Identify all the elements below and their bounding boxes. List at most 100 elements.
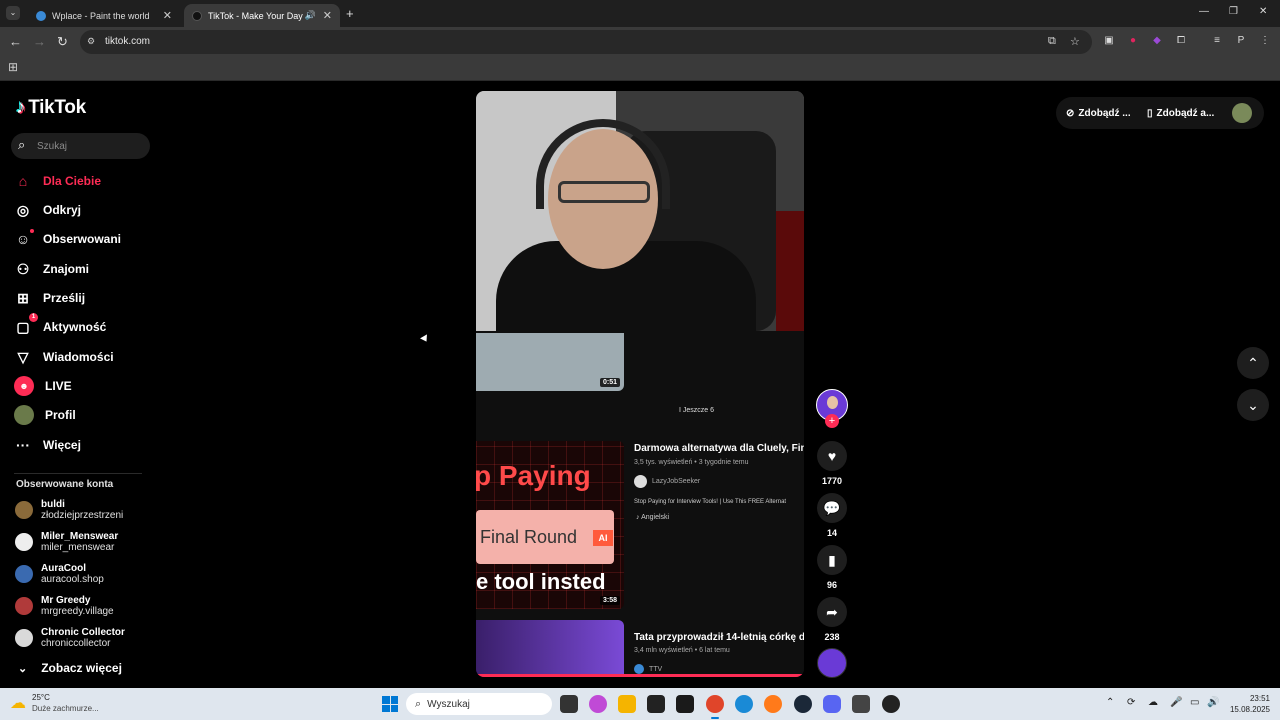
apps-grid-icon[interactable]: ⊞ <box>8 60 18 74</box>
site-info-icon[interactable]: ⚙ <box>87 36 98 47</box>
volume-icon[interactable]: 🔊 <box>1207 697 1219 708</box>
address-bar[interactable]: ⚙ tiktok.com ⧉ ☆ <box>80 30 1092 54</box>
restore-button[interactable]: ❐ <box>1229 6 1238 17</box>
clock[interactable]: 23:51 15.08.2025 <box>1222 693 1270 715</box>
tab-tiktok[interactable]: TikTok - Make Your Day 🔊 ✕ <box>184 4 340 27</box>
chrome-icon[interactable] <box>706 695 724 713</box>
share-button[interactable]: ➦ <box>817 597 847 627</box>
app-icon[interactable] <box>676 695 694 713</box>
bookmark-star-icon[interactable]: ☆ <box>1070 35 1080 48</box>
file-explorer-icon[interactable] <box>618 695 636 713</box>
copilot-icon[interactable] <box>589 695 607 713</box>
see-more-button[interactable]: ⌄ Zobacz więcej <box>18 661 122 675</box>
weather-widget[interactable]: ☁ 25°C Duże zachmurze... <box>10 692 99 714</box>
minimize-button[interactable]: — <box>1199 6 1209 17</box>
nav-activity[interactable]: ▢ 1 Aktywność <box>14 313 106 340</box>
app-icon[interactable] <box>882 695 900 713</box>
following-account[interactable]: Miler_Menswear miler_menswear <box>15 527 118 557</box>
url-text[interactable]: tiktok.com <box>105 36 150 47</box>
tray-icon[interactable]: ☁ <box>1148 697 1158 708</box>
get-coins-button[interactable]: ⊘ Zdobądź ... <box>1066 108 1131 119</box>
extension-icon[interactable]: ◆ <box>1151 35 1163 47</box>
browser-menu-icon[interactable]: ⋮ <box>1259 35 1271 47</box>
next-video-button[interactable]: ⌄ <box>1237 389 1269 421</box>
video-progress-bar[interactable] <box>476 674 804 677</box>
tiktok-note-icon: ♪ <box>16 97 26 118</box>
discord-icon[interactable] <box>823 695 841 713</box>
reload-icon[interactable]: ↻ <box>57 34 68 50</box>
close-window-button[interactable]: ✕ <box>1259 6 1267 17</box>
microphone-icon[interactable]: 🎤 <box>1170 697 1182 708</box>
home-icon: ⌂ <box>18 173 28 189</box>
nav-for-you[interactable]: ⌂ Dla Ciebie <box>14 168 101 194</box>
search-input[interactable] <box>37 136 145 156</box>
bookmarks-bar: ⊞ <box>0 56 1280 81</box>
close-tab-icon[interactable]: ✕ <box>163 9 172 22</box>
nav-friends[interactable]: ⚇ Znajomi <box>14 256 89 282</box>
back-icon[interactable]: ← <box>9 34 22 49</box>
edge-icon[interactable] <box>735 695 753 713</box>
video-player[interactable]: 0:51 I Jeszcze 6 p Paying Final Round AI… <box>476 91 804 677</box>
extension-record-icon[interactable]: ● <box>1127 35 1139 47</box>
nav-label: Profil <box>45 408 76 422</box>
following-account[interactable]: buldi złodziejprzestrzeni <box>15 495 123 525</box>
windows-taskbar: ☁ 25°C Duże zachmurze... ⌕ Wyszukaj ⌃ ⟳ … <box>0 688 1280 720</box>
search-box[interactable]: ⌕ <box>11 133 150 159</box>
clock-date: 15.08.2025 <box>1229 705 1270 714</box>
taskbar-search-placeholder: Wyszukaj <box>427 698 470 710</box>
upload-icon: ⊞ <box>17 289 29 306</box>
tray-icon[interactable]: ⟳ <box>1127 697 1135 708</box>
nav-more[interactable]: ··· Więcej <box>14 432 81 458</box>
thumbnail-duration: 0:51 <box>599 378 620 387</box>
share-count: 238 <box>824 632 840 642</box>
user-avatar[interactable] <box>1232 103 1252 123</box>
following-account[interactable]: AuraCool auracool.shop <box>15 559 104 589</box>
nav-explore[interactable]: ◎ Odkryj <box>14 197 81 223</box>
profile-icon[interactable]: P <box>1235 35 1247 47</box>
media-control-icon[interactable]: ≡ <box>1211 35 1223 47</box>
like-button[interactable]: ♥ <box>817 441 847 471</box>
thumbnail-duration: 3:58 <box>599 596 620 605</box>
music-disc[interactable] <box>817 648 847 678</box>
nav-messages[interactable]: ▽ Wiadomości <box>14 344 114 370</box>
start-button[interactable] <box>382 696 398 712</box>
extensions-puzzle-icon[interactable]: ⧠ <box>1175 35 1187 47</box>
nav-following[interactable]: ☺ Obserwowani <box>14 226 121 252</box>
creator-face <box>827 396 838 409</box>
get-app-button[interactable]: ▯ Zdobądź a... <box>1147 108 1214 119</box>
tray-chevron-up-icon[interactable]: ⌃ <box>1106 697 1114 708</box>
weather-temp: 25°C <box>32 693 50 702</box>
store-icon[interactable] <box>647 695 665 713</box>
tiktok-logo[interactable]: ♪ TikTok <box>16 97 86 119</box>
tab-search-button[interactable]: ⌄ <box>6 6 20 20</box>
channel-name: TTV <box>649 665 663 673</box>
forward-icon[interactable]: → <box>33 34 46 49</box>
nav-live[interactable]: ☻ LIVE <box>14 373 72 399</box>
close-tab-icon[interactable]: ✕ <box>323 9 332 22</box>
taskbar-search[interactable]: ⌕ Wyszukaj <box>406 693 552 715</box>
save-button[interactable]: ▮ <box>817 545 847 575</box>
steam-icon[interactable] <box>794 695 812 713</box>
comment-button[interactable]: 💬 <box>817 493 847 523</box>
browser-toolbar: ← → ↻ ⚙ tiktok.com ⧉ ☆ ▣ ● ◆ ⧠ ≡ P ⋮ <box>0 27 1280 56</box>
tab-title: TikTok - Make Your Day <box>208 10 303 21</box>
previous-video-button[interactable]: ⌃ <box>1237 347 1269 379</box>
task-view-icon[interactable] <box>560 695 578 713</box>
follow-plus-button[interactable]: + <box>825 414 839 428</box>
following-account[interactable]: Chronic Collector chroniccollector <box>15 623 125 653</box>
new-tab-button[interactable]: + <box>346 6 354 21</box>
cast-icon[interactable]: ⧉ <box>1048 35 1056 48</box>
tab-wplace[interactable]: Wplace - Paint the world ✕ <box>28 4 180 27</box>
nav-upload[interactable]: ⊞ Prześlij <box>14 285 85 311</box>
display-icon[interactable]: ▭ <box>1190 697 1199 708</box>
weather-condition: Duże zachmurze... <box>32 704 99 713</box>
following-account[interactable]: Mr Greedy mrgreedy.village <box>15 591 114 621</box>
firefox-icon[interactable] <box>764 695 782 713</box>
notification-dot <box>30 229 34 233</box>
calculator-icon[interactable] <box>852 695 870 713</box>
nav-profile[interactable]: Profil <box>14 402 76 428</box>
account-display-name: Miler_Menswear <box>41 531 119 542</box>
account-username: złodziejprzestrzeni <box>41 510 124 521</box>
tab-audio-icon[interactable]: 🔊 <box>305 10 316 21</box>
extension-icon[interactable]: ▣ <box>1103 35 1115 47</box>
